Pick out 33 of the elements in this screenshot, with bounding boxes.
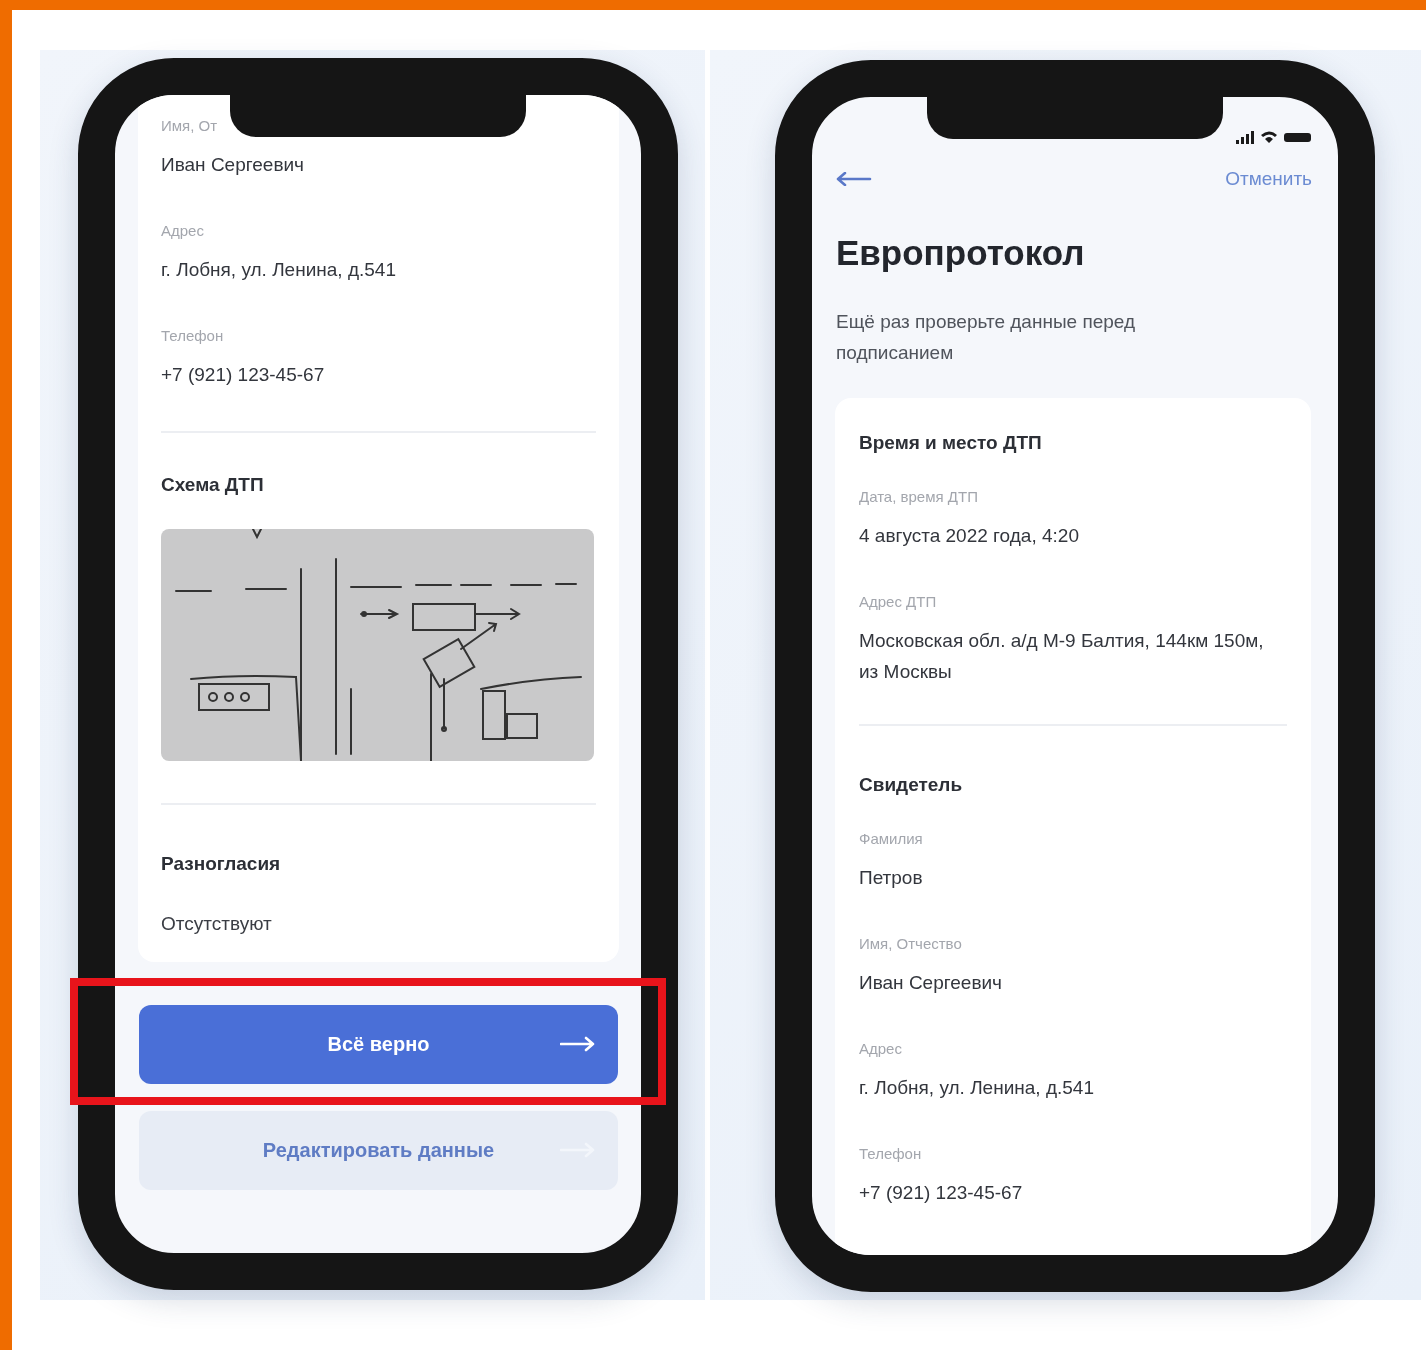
field-value: +7 (921) 123-45-67 [161, 363, 326, 387]
back-arrow-icon[interactable] [836, 172, 872, 186]
signal-icon [1236, 130, 1254, 144]
field-value: 4 августа 2022 года, 4:20 [859, 524, 1080, 548]
primary-button[interactable]: Всё верно [139, 1005, 618, 1084]
field-label: Адрес ДТП [859, 592, 938, 612]
field-label: Имя, Отчество [859, 934, 963, 954]
field-value: Иван Сергеевич [161, 153, 305, 177]
arrow-right-icon [560, 1036, 596, 1052]
field-value: Московская обл. а/д М-9 Балтия, 144км 150м, из Москвы [859, 629, 1265, 684]
field-label: Телефон [161, 326, 225, 346]
field-value: +7 (921) 123-45-67 [859, 1181, 1024, 1205]
field-label: Дата, время ДТП [859, 487, 979, 507]
section-heading: Схема ДТП [161, 473, 265, 497]
field-label: Телефон [859, 1144, 923, 1164]
field-value: Петров [859, 866, 924, 890]
field-label: Фамилия [859, 829, 924, 849]
section-heading: Свидетель [859, 773, 964, 797]
field-label: Адрес [161, 221, 205, 241]
section-heading: Разногласия [161, 852, 282, 876]
field-label: Имя, От [161, 116, 219, 136]
field-value: г. Лобня, ул. Ленина, д.541 [161, 258, 397, 282]
cancel-link[interactable]: Отменить [1225, 168, 1312, 190]
wifi-icon [1261, 130, 1277, 144]
secondary-button[interactable]: Редактировать данные [139, 1111, 618, 1190]
section-heading: Время и место ДТП [859, 431, 1043, 455]
screen-title: Европротокол [836, 232, 1086, 274]
field-value: Отсутствуют [161, 912, 273, 936]
battery-icon [1284, 132, 1311, 142]
field-value: г. Лобня, ул. Ленина, д.541 [859, 1076, 1095, 1100]
screen-subtitle: Ещё раз проверьте данные перед подписанием [836, 310, 1137, 365]
field-value: Иван Сергеевич [859, 971, 1003, 995]
field-label: Адрес [859, 1039, 903, 1059]
